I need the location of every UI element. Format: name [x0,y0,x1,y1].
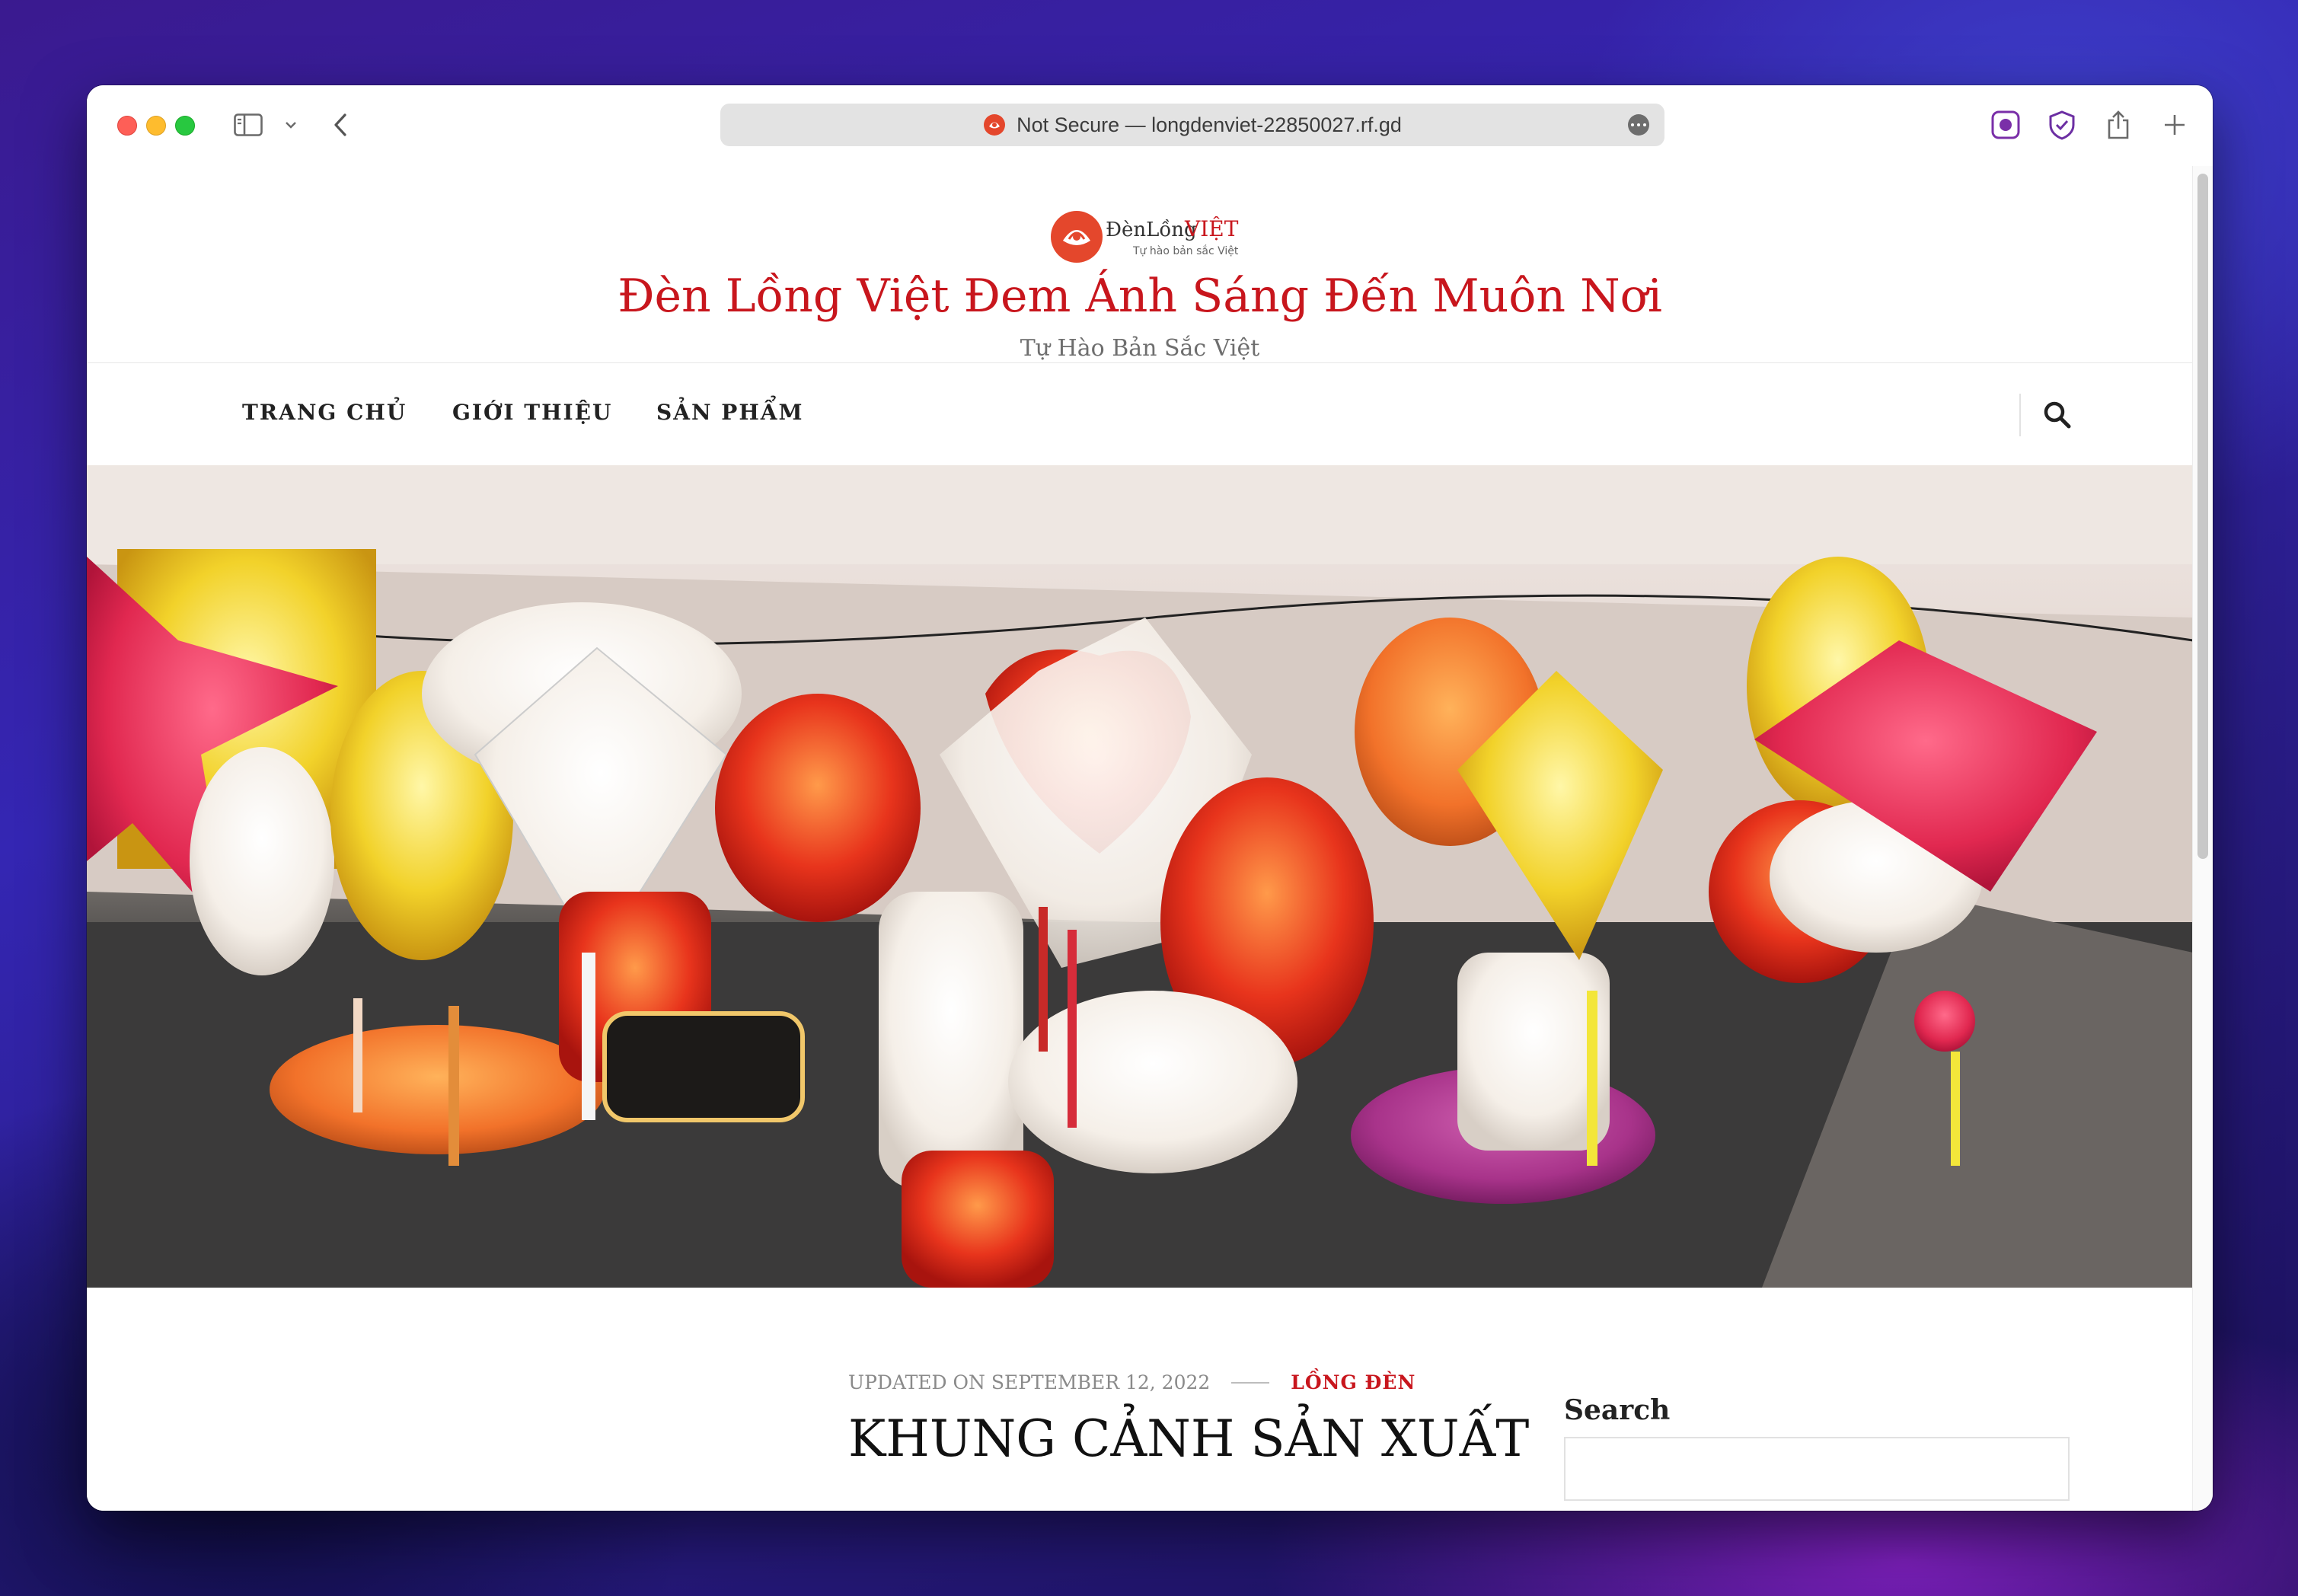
extension-icon[interactable] [1989,108,2022,142]
close-window-button[interactable] [117,116,137,136]
site-title[interactable]: Đèn Lồng Việt Đem Ánh Sáng Đến Muôn Nơi [87,270,2193,323]
nav-item-san-pham[interactable]: SẢN PHẨM [656,400,804,425]
svg-text:VIỆT: VIỆT [1184,216,1239,241]
site-logo[interactable]: ĐènLồng VIỆT Tự hào bản sắc Việt [1049,209,1240,265]
back-icon[interactable] [327,108,353,142]
search-icon[interactable] [2042,400,2073,430]
minimize-window-button[interactable] [146,116,166,136]
site-header: ĐènLồng VIỆT Tự hào bản sắc Việt Đèn Lồn… [87,166,2193,362]
plus-icon[interactable] [2159,108,2190,142]
sidebar-icon[interactable] [231,108,265,142]
shield-check-icon[interactable] [2045,108,2079,142]
sidebar-search-input[interactable] [1564,1437,2070,1501]
post-meta: UPDATED ON SEPTEMBER 12, 2022 LỒNG ĐÈN [848,1371,1416,1393]
page-scrollbar-track [2192,166,2213,1511]
web-page: ĐènLồng VIỆT Tự hào bản sắc Việt Đèn Lồn… [87,166,2213,1511]
sidebar-widget-title: Search [1564,1394,1671,1426]
share-icon[interactable] [2103,108,2134,142]
post-updated-date: UPDATED ON SEPTEMBER 12, 2022 [848,1371,1211,1393]
page-scrollbar-thumb[interactable] [2197,174,2208,859]
nav-item-gioi-thieu[interactable]: GIỚI THIỆU [452,400,612,425]
svg-text:ĐènLồng: ĐènLồng [1106,219,1197,241]
post-section: UPDATED ON SEPTEMBER 12, 2022 LỒNG ĐÈN K… [87,1288,2193,1511]
url-text: Not Secure — longdenviet-22850027.rf.gd [1017,113,1402,136]
nav-item-trang-chu[interactable]: TRANG CHỦ [242,400,407,425]
browser-toolbar: Not Secure — longdenviet-22850027.rf.gd [87,85,2213,166]
site-favicon-icon [984,114,1006,136]
meta-divider [1231,1381,1270,1384]
site-description: Tự Hào Bản Sắc Việt [1020,335,1260,362]
browser-window: Not Secure — longdenviet-22850027.rf.gd [87,85,2213,1511]
nav-separator [2019,394,2021,436]
svg-text:Tự hào bản sắc Việt: Tự hào bản sắc Việt [1132,244,1239,257]
chevron-down-icon[interactable] [282,108,300,142]
zoom-window-button[interactable] [175,116,195,136]
main-navigation: TRANG CHỦ GIỚI THIỆU SẢN PHẨM [87,363,2193,465]
hero-image-lanterns [87,465,2193,1288]
post-title[interactable]: KHUNG CẢNH SẢN XUẤT [848,1409,1529,1468]
more-icon[interactable] [1628,114,1649,136]
post-category-link[interactable]: LỒNG ĐÈN [1291,1371,1416,1393]
address-bar[interactable]: Not Secure — longdenviet-22850027.rf.gd [720,104,1664,146]
